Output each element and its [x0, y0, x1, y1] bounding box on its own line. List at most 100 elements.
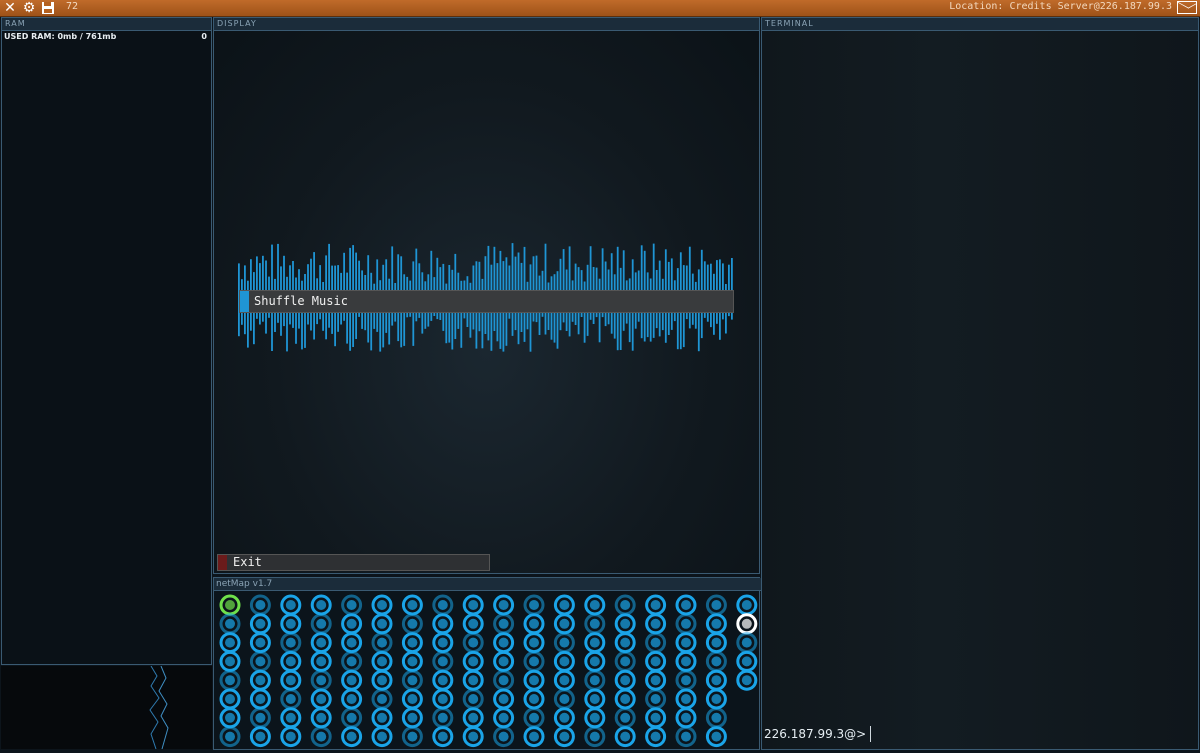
network-node[interactable]: [249, 688, 271, 710]
network-node[interactable]: [584, 726, 606, 748]
network-node[interactable]: [249, 707, 271, 729]
network-node[interactable]: [645, 707, 667, 729]
network-node[interactable]: [310, 632, 332, 654]
network-node[interactable]: [432, 726, 454, 748]
network-node[interactable]: [310, 650, 332, 672]
network-node[interactable]: [705, 650, 727, 672]
network-node[interactable]: [280, 632, 302, 654]
network-node[interactable]: [280, 650, 302, 672]
network-node[interactable]: [553, 726, 575, 748]
network-node[interactable]: [523, 688, 545, 710]
network-node[interactable]: [614, 688, 636, 710]
network-node[interactable]: [462, 650, 484, 672]
network-node[interactable]: [675, 688, 697, 710]
network-node[interactable]: [736, 650, 758, 672]
network-node[interactable]: [705, 613, 727, 635]
network-node[interactable]: [553, 707, 575, 729]
exit-button[interactable]: Exit: [217, 554, 490, 571]
network-node[interactable]: [310, 594, 332, 616]
network-node[interactable]: [432, 688, 454, 710]
network-node[interactable]: [401, 613, 423, 635]
network-node[interactable]: [432, 650, 454, 672]
network-node[interactable]: [553, 688, 575, 710]
network-node[interactable]: [401, 594, 423, 616]
network-node[interactable]: [645, 613, 667, 635]
network-node[interactable]: [462, 594, 484, 616]
network-node[interactable]: [584, 688, 606, 710]
network-node[interactable]: [401, 650, 423, 672]
network-node[interactable]: [371, 726, 393, 748]
network-node[interactable]: [310, 707, 332, 729]
network-node[interactable]: [371, 632, 393, 654]
mail-icon[interactable]: [1177, 1, 1197, 14]
network-node[interactable]: [310, 613, 332, 635]
network-node[interactable]: [493, 632, 515, 654]
shuffle-music-button[interactable]: Shuffle Music: [239, 290, 734, 313]
network-node[interactable]: [401, 632, 423, 654]
network-node[interactable]: [249, 650, 271, 672]
network-node[interactable]: [614, 669, 636, 691]
network-node[interactable]: [675, 594, 697, 616]
network-node[interactable]: [219, 688, 241, 710]
network-node[interactable]: [341, 688, 363, 710]
save-icon[interactable]: [40, 0, 56, 16]
network-node[interactable]: [280, 726, 302, 748]
network-node[interactable]: [553, 613, 575, 635]
network-node[interactable]: [493, 688, 515, 710]
network-node[interactable]: [493, 726, 515, 748]
network-node[interactable]: [553, 632, 575, 654]
network-node[interactable]: [432, 707, 454, 729]
network-node[interactable]: [401, 688, 423, 710]
network-node[interactable]: [523, 613, 545, 635]
network-node[interactable]: [249, 594, 271, 616]
network-node[interactable]: [705, 669, 727, 691]
network-node[interactable]: [371, 688, 393, 710]
network-node[interactable]: [523, 650, 545, 672]
network-node[interactable]: [341, 594, 363, 616]
network-node[interactable]: [705, 632, 727, 654]
network-node[interactable]: [371, 669, 393, 691]
network-node[interactable]: [219, 726, 241, 748]
network-node[interactable]: [553, 594, 575, 616]
network-node[interactable]: [614, 707, 636, 729]
network-node[interactable]: [432, 632, 454, 654]
network-node[interactable]: [341, 613, 363, 635]
network-node[interactable]: [462, 632, 484, 654]
network-node[interactable]: [462, 707, 484, 729]
network-node[interactable]: [645, 669, 667, 691]
network-node[interactable]: [401, 707, 423, 729]
network-node[interactable]: [341, 707, 363, 729]
network-node[interactable]: [675, 650, 697, 672]
network-node[interactable]: [432, 613, 454, 635]
network-node[interactable]: [584, 669, 606, 691]
network-node[interactable]: [553, 669, 575, 691]
network-node[interactable]: [249, 669, 271, 691]
network-node[interactable]: [280, 613, 302, 635]
network-node[interactable]: [493, 594, 515, 616]
network-node[interactable]: [280, 669, 302, 691]
network-node[interactable]: [432, 669, 454, 691]
network-node[interactable]: [736, 669, 758, 691]
network-node[interactable]: [219, 632, 241, 654]
network-node[interactable]: [280, 594, 302, 616]
network-node[interactable]: [371, 650, 393, 672]
network-node[interactable]: [584, 632, 606, 654]
close-icon[interactable]: ✕: [2, 0, 18, 16]
network-node[interactable]: [219, 650, 241, 672]
network-node[interactable]: [523, 632, 545, 654]
network-node[interactable]: [401, 669, 423, 691]
network-node[interactable]: [493, 669, 515, 691]
network-node[interactable]: [280, 688, 302, 710]
network-node[interactable]: [614, 632, 636, 654]
network-node[interactable]: [249, 726, 271, 748]
network-node[interactable]: [493, 707, 515, 729]
network-node[interactable]: [736, 594, 758, 616]
network-node[interactable]: [219, 613, 241, 635]
network-node[interactable]: [462, 726, 484, 748]
network-node[interactable]: [614, 594, 636, 616]
network-node[interactable]: [523, 669, 545, 691]
network-node[interactable]: [645, 688, 667, 710]
network-node[interactable]: [462, 613, 484, 635]
network-node[interactable]: [310, 669, 332, 691]
network-node[interactable]: [432, 594, 454, 616]
